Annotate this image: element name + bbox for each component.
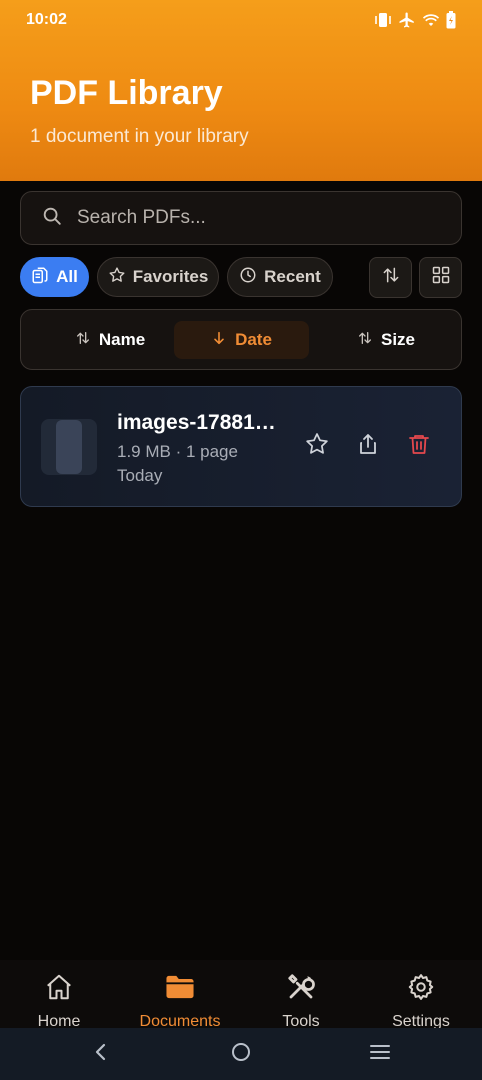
favorite-button[interactable] [302,431,332,461]
share-button[interactable] [353,431,383,461]
filter-chip-all-label: All [56,267,78,286]
bottom-nav: Home Documents Tools Settings [0,960,482,1031]
gear-icon [406,972,436,1007]
sort-by-size-label: Size [380,330,416,349]
sort-arrows-icon [357,330,373,351]
filter-chip-recent[interactable]: Recent [227,257,333,297]
sort-arrows-icon [381,265,401,290]
nav-item-tools[interactable]: Tools [246,972,356,1031]
nav-item-documents[interactable]: Documents [125,972,235,1031]
status-bar: 10:02 [0,0,482,40]
sort-by-name[interactable]: Name [51,321,169,359]
document-meta: 1.9 MB · 1 page [117,442,238,461]
system-home-button[interactable] [229,1042,253,1066]
sort-by-size[interactable]: Size [339,321,433,359]
app-header: 10:02 PDF Library 1 document in your lib… [0,0,482,181]
nav-item-home[interactable]: Home [4,972,114,1031]
document-date: Today [117,466,163,485]
sort-toggle-button[interactable] [369,257,412,298]
status-time: 10:02 [26,11,67,28]
chevron-left-icon [93,1042,109,1067]
grid-view-button[interactable] [419,257,462,298]
filter-chip-all[interactable]: All [20,257,89,297]
status-icons [374,11,456,29]
arrow-down-icon [211,330,227,351]
system-back-button[interactable] [89,1042,113,1066]
star-icon [108,266,126,289]
search-input[interactable] [77,207,417,229]
sort-by-date[interactable]: Date [174,321,309,359]
search-box[interactable] [20,191,462,245]
clock-icon [239,266,257,289]
share-icon [356,432,380,461]
airplane-icon [398,11,416,29]
wifi-icon [422,12,440,28]
search-icon [41,205,63,232]
system-recents-button[interactable] [368,1042,392,1066]
sort-bar: Name Date Size [20,309,462,370]
battery-charging-icon [446,11,456,29]
filter-chip-favorites[interactable]: Favorites [97,257,219,297]
filter-chip-favorites-label: Favorites [132,267,209,286]
menu-icon [369,1043,391,1066]
system-nav-bar [0,1028,482,1080]
sort-arrows-icon [75,330,91,351]
circle-icon [230,1041,252,1068]
document-card[interactable]: images-17881… 1.9 MB · 1 page Today [20,386,462,507]
sort-by-date-label: Date [235,330,272,349]
vibrate-icon [374,12,392,28]
documents-stack-icon [31,266,49,289]
delete-button[interactable] [404,431,434,461]
page-title: PDF Library [30,74,223,112]
sort-by-name-label: Name [98,330,146,349]
folder-icon [164,972,196,1007]
home-icon [44,972,74,1007]
grid-icon [431,265,451,290]
filter-chip-recent-label: Recent [264,267,321,286]
thumbnail-page [56,420,82,474]
page-subtitle: 1 document in your library [30,126,249,147]
document-thumbnail [41,419,97,475]
tools-icon [286,972,316,1007]
nav-item-settings[interactable]: Settings [366,972,476,1031]
star-icon [304,431,330,462]
trash-icon [407,432,431,461]
document-name: images-17881… [117,411,276,434]
